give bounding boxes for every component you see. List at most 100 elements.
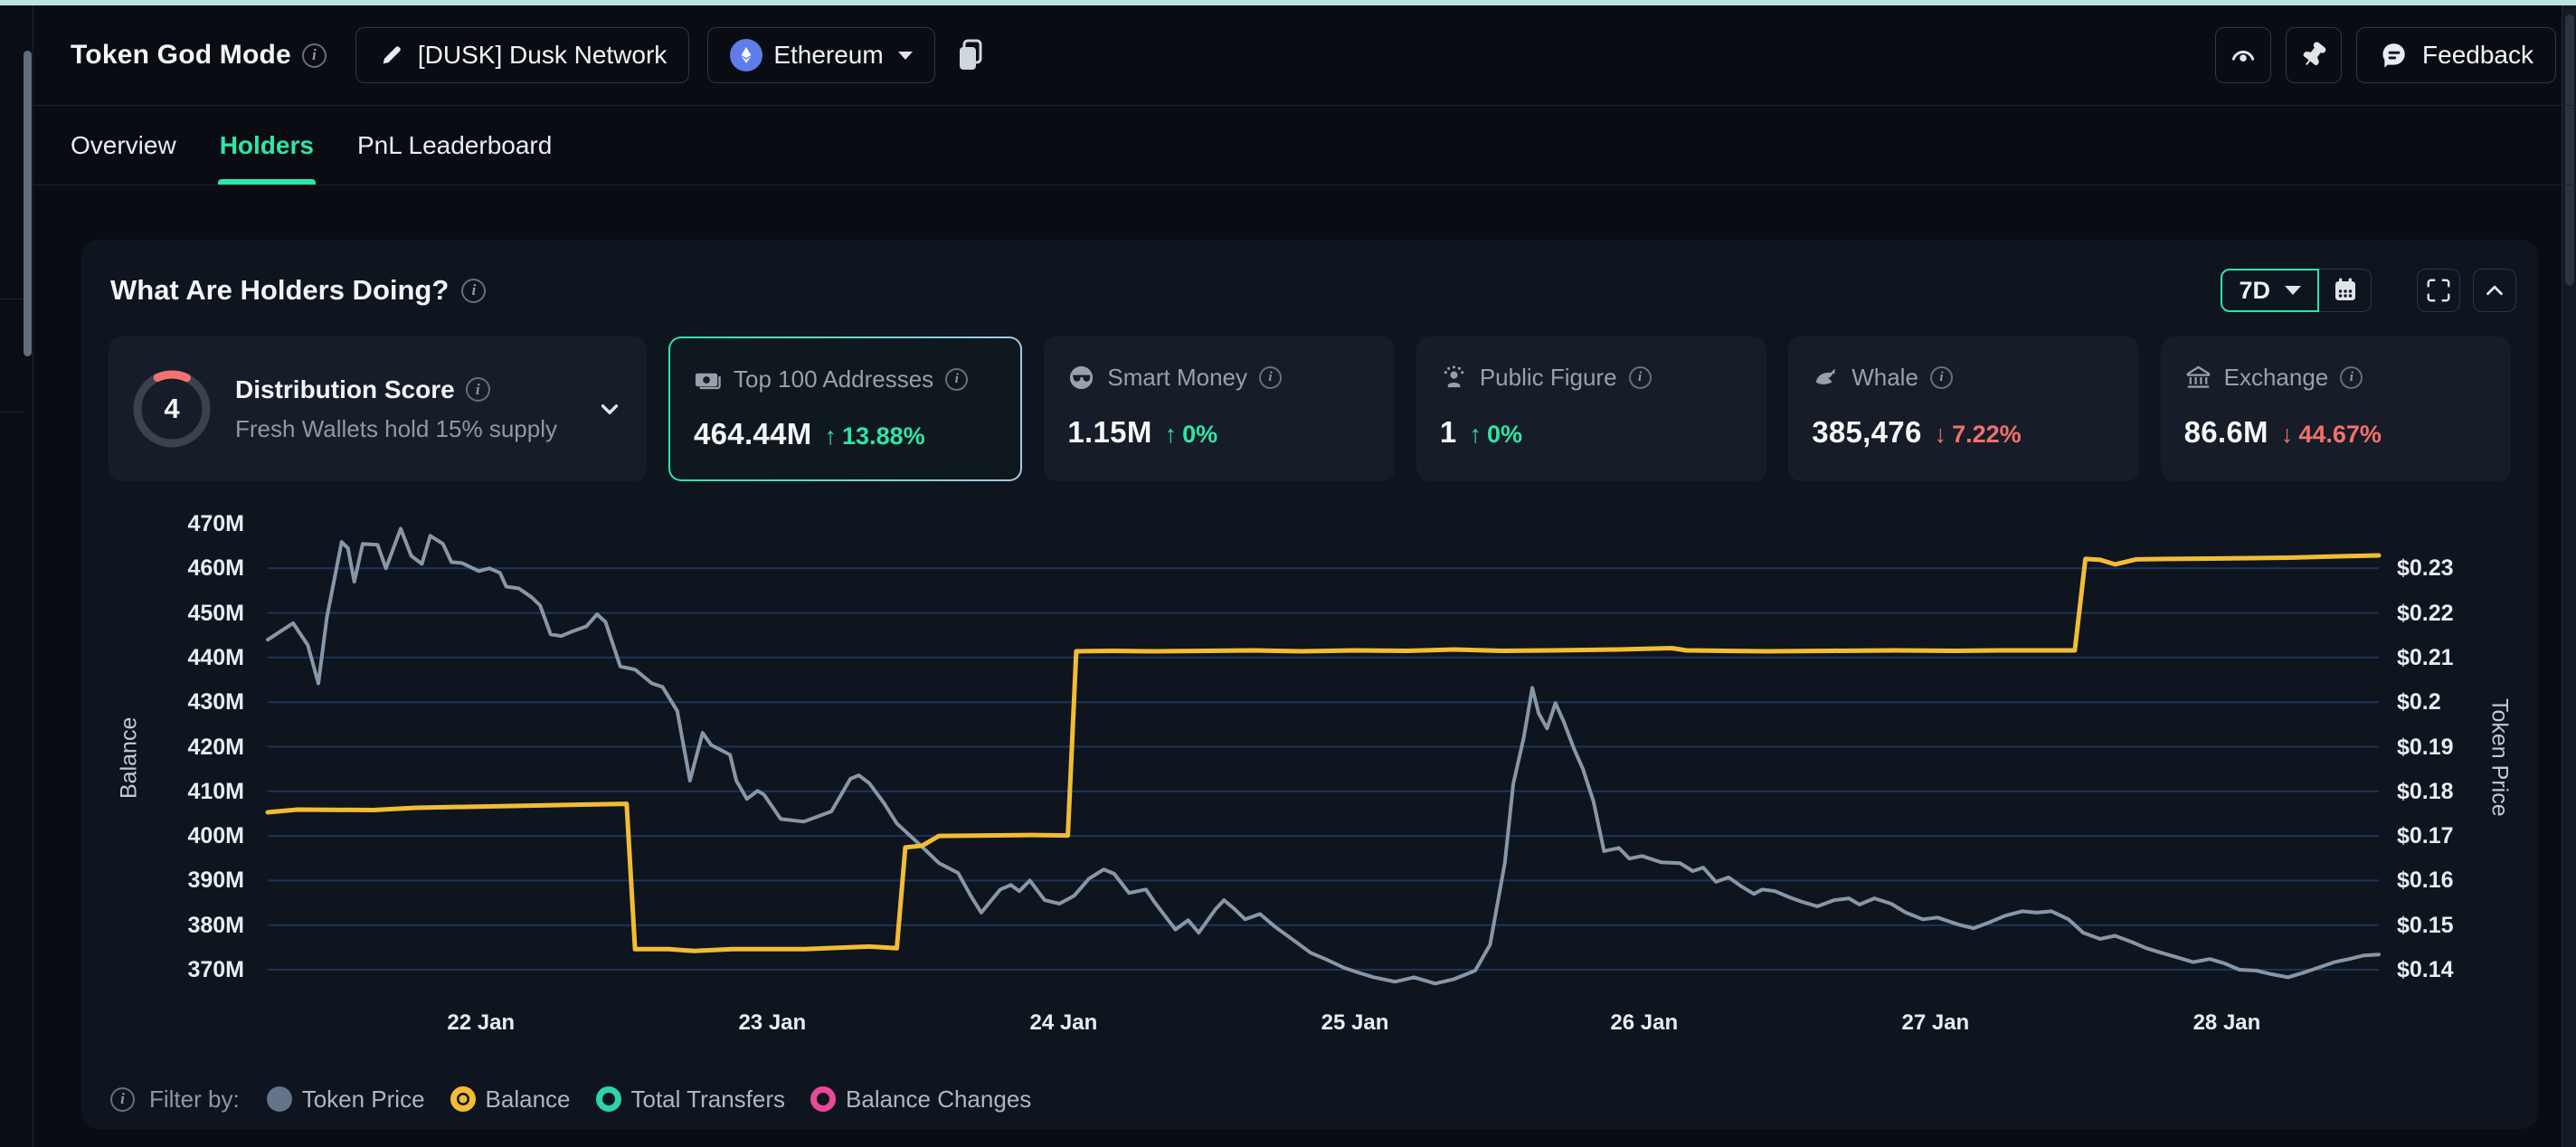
axis-tick: 430M xyxy=(81,688,244,716)
stat-card-public-figure[interactable]: Public Figure i 1 ↑0% xyxy=(1416,337,1766,481)
chevron-up-icon xyxy=(2481,277,2508,304)
tab-bar: Overview Holders PnL Leaderboard xyxy=(33,106,2576,185)
axis-tick: 25 Jan xyxy=(1321,1010,1389,1036)
info-icon[interactable]: i xyxy=(1259,366,1282,389)
info-icon[interactable]: i xyxy=(1930,366,1953,389)
y-axis-left-ticks: 470M460M450M440M430M420M410M400M390M380M… xyxy=(81,516,244,1000)
topbar-actions: Feedback xyxy=(2215,27,2556,83)
total-transfers-swatch xyxy=(596,1086,621,1112)
stat-label: Smart Money xyxy=(1107,364,1247,392)
top-progress-bar xyxy=(0,0,2576,5)
axis-tick: 390M xyxy=(81,867,244,894)
axis-tick: 370M xyxy=(81,956,244,983)
stat-card-top-100-addresses[interactable]: Top 100 Addresses i 464.44M ↑13.88% xyxy=(668,337,1022,481)
legend-item-balance[interactable]: Balance xyxy=(450,1085,571,1114)
chat-bubble-icon xyxy=(2379,40,2410,71)
stat-label: Whale xyxy=(1852,364,1918,392)
tab-holders[interactable]: Holders xyxy=(220,106,314,185)
distribution-score-title: Distribution Score xyxy=(235,375,455,404)
axis-tick: 28 Jan xyxy=(2193,1010,2261,1036)
balance-changes-swatch xyxy=(810,1086,836,1112)
token-select-label: [DUSK] Dusk Network xyxy=(418,41,667,70)
token-price-swatch xyxy=(267,1086,292,1112)
stat-value: 1.15M xyxy=(1067,415,1151,450)
feedback-button[interactable]: Feedback xyxy=(2356,27,2556,83)
feedback-label: Feedback xyxy=(2422,41,2533,70)
topbar: Token God Mode i [DUSK] Dusk Network Eth… xyxy=(33,5,2576,106)
y-axis-title-token-price: Token Price xyxy=(2484,516,2514,1000)
filter-by-label: Filter by: xyxy=(149,1085,240,1114)
pin-icon xyxy=(2294,35,2334,76)
holders-panel: What Are Holders Doing? i 7D xyxy=(81,240,2538,1129)
pin-button[interactable] xyxy=(2286,27,2342,83)
balance-swatch xyxy=(450,1086,476,1112)
left-scrollbar-thumb[interactable] xyxy=(24,51,32,356)
axis-tick: 470M xyxy=(81,510,244,537)
axis-tick: 440M xyxy=(81,644,244,671)
page-title: Token God Mode xyxy=(71,40,291,71)
info-icon[interactable]: i xyxy=(2340,366,2363,389)
distribution-score-value: 4 xyxy=(132,369,212,449)
distribution-score-card[interactable]: 4 Distribution Score i Fresh Wallets hol… xyxy=(109,337,647,481)
axis-tick: 400M xyxy=(81,822,244,849)
cash-icon xyxy=(694,365,722,393)
legend-item-balance-changes[interactable]: Balance Changes xyxy=(810,1085,1031,1114)
public-figure-icon xyxy=(1440,364,1468,392)
filter-row: i Filter by: Token Price Balance Total T… xyxy=(110,1079,2511,1119)
range-select-value: 7D xyxy=(2239,277,2270,305)
distribution-score-text: Distribution Score i Fresh Wallets hold … xyxy=(235,375,557,443)
main-area: Token God Mode i [DUSK] Dusk Network Eth… xyxy=(33,5,2576,1147)
stat-delta: ↓44.67% xyxy=(2281,421,2382,449)
info-icon[interactable]: i xyxy=(945,368,968,391)
stat-card-smart-money[interactable]: Smart Money i 1.15M ↑0% xyxy=(1044,337,1394,481)
holders-chart[interactable] xyxy=(268,516,2379,1000)
axis-tick: 410M xyxy=(81,778,244,805)
calendar-button[interactable] xyxy=(2319,269,2372,312)
legend-item-token-price[interactable]: Token Price xyxy=(267,1085,425,1114)
stat-card-whale[interactable]: Whale i 385,476 ↓7.22% xyxy=(1788,337,2138,481)
axis-tick: 27 Jan xyxy=(1902,1010,1970,1036)
legend-item-total-transfers[interactable]: Total Transfers xyxy=(596,1085,786,1114)
app-root: Token God Mode i [DUSK] Dusk Network Eth… xyxy=(0,0,2576,1147)
tab-pnl-leaderboard[interactable]: PnL Leaderboard xyxy=(357,106,552,185)
token-select-button[interactable]: [DUSK] Dusk Network xyxy=(355,27,689,83)
chevron-down-icon xyxy=(594,393,625,424)
axis-tick: 420M xyxy=(81,734,244,761)
smart-money-icon xyxy=(1067,364,1095,392)
copy-icon[interactable] xyxy=(955,38,986,72)
stat-value: 385,476 xyxy=(1812,415,1921,450)
info-icon[interactable]: i xyxy=(302,43,327,68)
series-balance xyxy=(268,555,2379,951)
whale-icon xyxy=(1812,364,1840,392)
axis-tick: 460M xyxy=(81,555,244,582)
ethereum-logo-icon xyxy=(730,39,762,71)
stat-delta: ↑0% xyxy=(1165,421,1218,449)
chart-canvas[interactable] xyxy=(268,516,2379,1000)
info-icon[interactable]: i xyxy=(1629,366,1652,389)
chart-legend: Token Price Balance Total Transfers Bala… xyxy=(267,1085,1032,1114)
stat-label: Exchange xyxy=(2224,364,2329,392)
stat-card-exchange[interactable]: Exchange i 86.6M ↓44.67% xyxy=(2161,337,2511,481)
fullscreen-button[interactable] xyxy=(2417,269,2460,312)
axis-tick: 26 Jan xyxy=(1610,1010,1678,1036)
chain-select-button[interactable]: Ethereum xyxy=(707,27,934,83)
tab-overview[interactable]: Overview xyxy=(71,106,176,185)
stat-label: Top 100 Addresses xyxy=(734,365,933,393)
stat-delta: ↑13.88% xyxy=(825,422,925,450)
collapse-button[interactable] xyxy=(2473,269,2516,312)
range-select[interactable]: 7D xyxy=(2221,269,2319,312)
chain-select-label: Ethereum xyxy=(773,41,883,70)
info-icon[interactable]: i xyxy=(461,279,486,303)
distribution-score-subtitle: Fresh Wallets hold 15% supply xyxy=(235,415,557,443)
info-icon[interactable]: i xyxy=(110,1087,135,1112)
panel-controls: 7D xyxy=(2221,269,2516,312)
watchlist-button[interactable] xyxy=(2215,27,2271,83)
stat-delta: ↓7.22% xyxy=(1935,421,2022,449)
panel-title: What Are Holders Doing? xyxy=(110,274,449,307)
distribution-score-gauge: 4 xyxy=(132,369,212,449)
chevron-down-icon xyxy=(2285,286,2301,295)
info-icon[interactable]: i xyxy=(466,377,490,402)
bank-icon xyxy=(2184,364,2212,392)
chevron-down-icon xyxy=(898,52,913,60)
stat-label: Public Figure xyxy=(1480,364,1617,392)
